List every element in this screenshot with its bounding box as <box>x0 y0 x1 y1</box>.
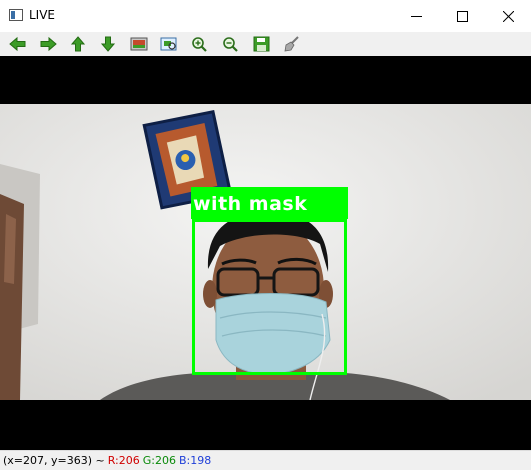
pan-up-icon <box>70 36 86 52</box>
maximize-button[interactable] <box>439 0 485 32</box>
close-icon <box>503 11 514 22</box>
app-window: LIVE with mask (x=207, y=363) ~ R:206 G:… <box>0 0 531 470</box>
cursor-coordinates: (x=207, y=363) ~ <box>3 454 105 467</box>
toolbar <box>0 32 531 56</box>
detection-bounding-box <box>192 219 347 375</box>
zoom-out-icon <box>223 37 238 52</box>
reset-image-icon <box>130 37 148 51</box>
blue-value: B:198 <box>178 454 212 467</box>
zoom-in-icon <box>192 37 207 52</box>
pan-left-icon <box>9 36 26 52</box>
title-bar: LIVE <box>0 0 531 32</box>
green-value: G:206 <box>142 454 176 467</box>
save-button[interactable] <box>252 35 272 53</box>
close-button[interactable] <box>485 0 531 32</box>
properties-button[interactable] <box>282 35 302 53</box>
pixel-info: (x=207, y=363) ~ R:206 G:206 B:198 <box>3 454 214 467</box>
detection-label: with mask <box>193 193 308 215</box>
pan-down-button[interactable] <box>98 35 118 53</box>
pan-left-button[interactable] <box>8 35 28 53</box>
pan-up-button[interactable] <box>68 35 88 53</box>
properties-icon <box>284 36 299 52</box>
pan-right-icon <box>40 36 57 52</box>
status-bar: (x=207, y=363) ~ R:206 G:206 B:198 <box>0 450 531 470</box>
zoom-region-button[interactable] <box>159 35 179 53</box>
zoom-in-button[interactable] <box>190 35 210 53</box>
zoom-out-button[interactable] <box>221 35 241 53</box>
window-title: LIVE <box>29 8 56 22</box>
reset-image-button[interactable] <box>129 35 149 53</box>
pan-down-icon <box>100 36 116 52</box>
minimize-icon <box>411 16 422 17</box>
app-window-icon <box>9 9 23 21</box>
zoom-region-icon <box>160 37 177 51</box>
maximize-icon <box>457 11 468 22</box>
red-value: R:206 <box>107 454 140 467</box>
minimize-button[interactable] <box>393 0 439 32</box>
pan-right-button[interactable] <box>38 35 58 53</box>
save-icon <box>253 36 270 52</box>
